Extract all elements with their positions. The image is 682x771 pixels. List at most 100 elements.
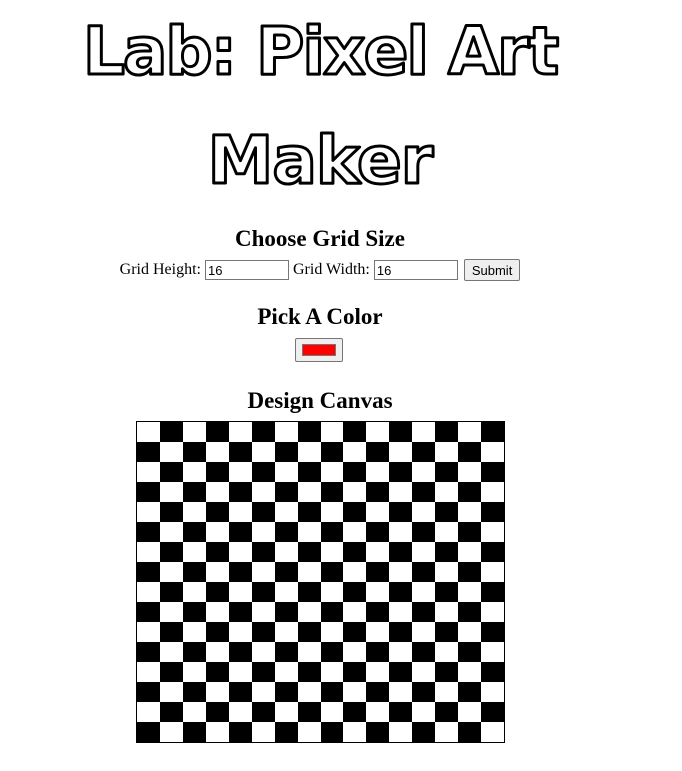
canvas-cell[interactable]: [481, 482, 504, 502]
canvas-cell[interactable]: [435, 582, 459, 602]
design-canvas[interactable]: [136, 421, 505, 743]
canvas-cell[interactable]: [182, 622, 206, 642]
canvas-cell[interactable]: [251, 522, 275, 542]
canvas-cell[interactable]: [251, 682, 275, 702]
grid-width-input[interactable]: [373, 260, 458, 280]
canvas-cell[interactable]: [389, 462, 413, 482]
canvas-cell[interactable]: [481, 522, 504, 542]
canvas-cell[interactable]: [366, 502, 390, 522]
canvas-cell[interactable]: [297, 582, 321, 602]
canvas-cell[interactable]: [343, 702, 367, 722]
canvas-cell[interactable]: [458, 442, 482, 462]
canvas-cell[interactable]: [251, 702, 275, 722]
canvas-cell[interactable]: [343, 482, 367, 502]
canvas-cell[interactable]: [274, 422, 298, 442]
canvas-cell[interactable]: [458, 702, 482, 722]
canvas-cell[interactable]: [159, 682, 183, 702]
canvas-cell[interactable]: [320, 622, 344, 642]
canvas-cell[interactable]: [435, 542, 459, 562]
canvas-cell[interactable]: [481, 462, 504, 482]
canvas-cell[interactable]: [274, 482, 298, 502]
canvas-cell[interactable]: [205, 502, 229, 522]
canvas-cell[interactable]: [274, 462, 298, 482]
canvas-cell[interactable]: [251, 462, 275, 482]
canvas-cell[interactable]: [389, 582, 413, 602]
canvas-cell[interactable]: [297, 422, 321, 442]
canvas-cell[interactable]: [182, 642, 206, 662]
grid-height-input[interactable]: [205, 260, 289, 280]
canvas-cell[interactable]: [481, 542, 504, 562]
canvas-cell[interactable]: [297, 522, 321, 542]
canvas-cell[interactable]: [137, 422, 160, 442]
canvas-cell[interactable]: [435, 622, 459, 642]
canvas-cell[interactable]: [412, 562, 436, 582]
canvas-cell[interactable]: [297, 682, 321, 702]
canvas-cell[interactable]: [366, 422, 390, 442]
canvas-cell[interactable]: [205, 482, 229, 502]
canvas-cell[interactable]: [228, 602, 252, 622]
canvas-cell[interactable]: [159, 482, 183, 502]
canvas-cell[interactable]: [182, 662, 206, 682]
canvas-cell[interactable]: [435, 562, 459, 582]
canvas-cell[interactable]: [458, 642, 482, 662]
canvas-cell[interactable]: [458, 562, 482, 582]
canvas-cell[interactable]: [389, 682, 413, 702]
canvas-cell[interactable]: [137, 542, 160, 562]
canvas-cell[interactable]: [182, 502, 206, 522]
canvas-cell[interactable]: [481, 502, 504, 522]
canvas-cell[interactable]: [412, 602, 436, 622]
canvas-cell[interactable]: [412, 442, 436, 462]
canvas-cell[interactable]: [412, 722, 436, 742]
canvas-cell[interactable]: [297, 602, 321, 622]
canvas-cell[interactable]: [435, 462, 459, 482]
canvas-cell[interactable]: [412, 542, 436, 562]
canvas-cell[interactable]: [412, 502, 436, 522]
canvas-cell[interactable]: [366, 442, 390, 462]
canvas-cell[interactable]: [137, 682, 160, 702]
canvas-cell[interactable]: [274, 702, 298, 722]
canvas-cell[interactable]: [274, 442, 298, 462]
canvas-cell[interactable]: [435, 522, 459, 542]
canvas-cell[interactable]: [137, 562, 160, 582]
canvas-cell[interactable]: [389, 442, 413, 462]
canvas-cell[interactable]: [182, 722, 206, 742]
canvas-cell[interactable]: [297, 642, 321, 662]
canvas-cell[interactable]: [205, 542, 229, 562]
canvas-cell[interactable]: [205, 622, 229, 642]
submit-button[interactable]: Submit: [463, 259, 521, 281]
canvas-cell[interactable]: [297, 662, 321, 682]
canvas-cell[interactable]: [205, 702, 229, 722]
canvas-cell[interactable]: [320, 602, 344, 622]
canvas-cell[interactable]: [274, 562, 298, 582]
canvas-cell[interactable]: [481, 582, 504, 602]
canvas-cell[interactable]: [137, 622, 160, 642]
canvas-cell[interactable]: [159, 522, 183, 542]
canvas-cell[interactable]: [389, 562, 413, 582]
canvas-cell[interactable]: [159, 462, 183, 482]
canvas-cell[interactable]: [343, 642, 367, 662]
canvas-cell[interactable]: [320, 642, 344, 662]
canvas-cell[interactable]: [251, 542, 275, 562]
canvas-cell[interactable]: [389, 502, 413, 522]
canvas-cell[interactable]: [297, 622, 321, 642]
canvas-cell[interactable]: [458, 522, 482, 542]
canvas-cell[interactable]: [159, 702, 183, 722]
canvas-cell[interactable]: [228, 502, 252, 522]
canvas-cell[interactable]: [137, 642, 160, 662]
canvas-cell[interactable]: [137, 482, 160, 502]
canvas-cell[interactable]: [435, 422, 459, 442]
canvas-cell[interactable]: [159, 442, 183, 462]
canvas-cell[interactable]: [274, 542, 298, 562]
canvas-cell[interactable]: [251, 622, 275, 642]
canvas-cell[interactable]: [458, 462, 482, 482]
canvas-cell[interactable]: [137, 702, 160, 722]
canvas-cell[interactable]: [343, 682, 367, 702]
canvas-cell[interactable]: [251, 602, 275, 622]
canvas-cell[interactable]: [366, 682, 390, 702]
canvas-cell[interactable]: [458, 602, 482, 622]
canvas-cell[interactable]: [297, 562, 321, 582]
canvas-cell[interactable]: [458, 622, 482, 642]
canvas-cell[interactable]: [320, 422, 344, 442]
canvas-cell[interactable]: [228, 422, 252, 442]
canvas-cell[interactable]: [320, 562, 344, 582]
